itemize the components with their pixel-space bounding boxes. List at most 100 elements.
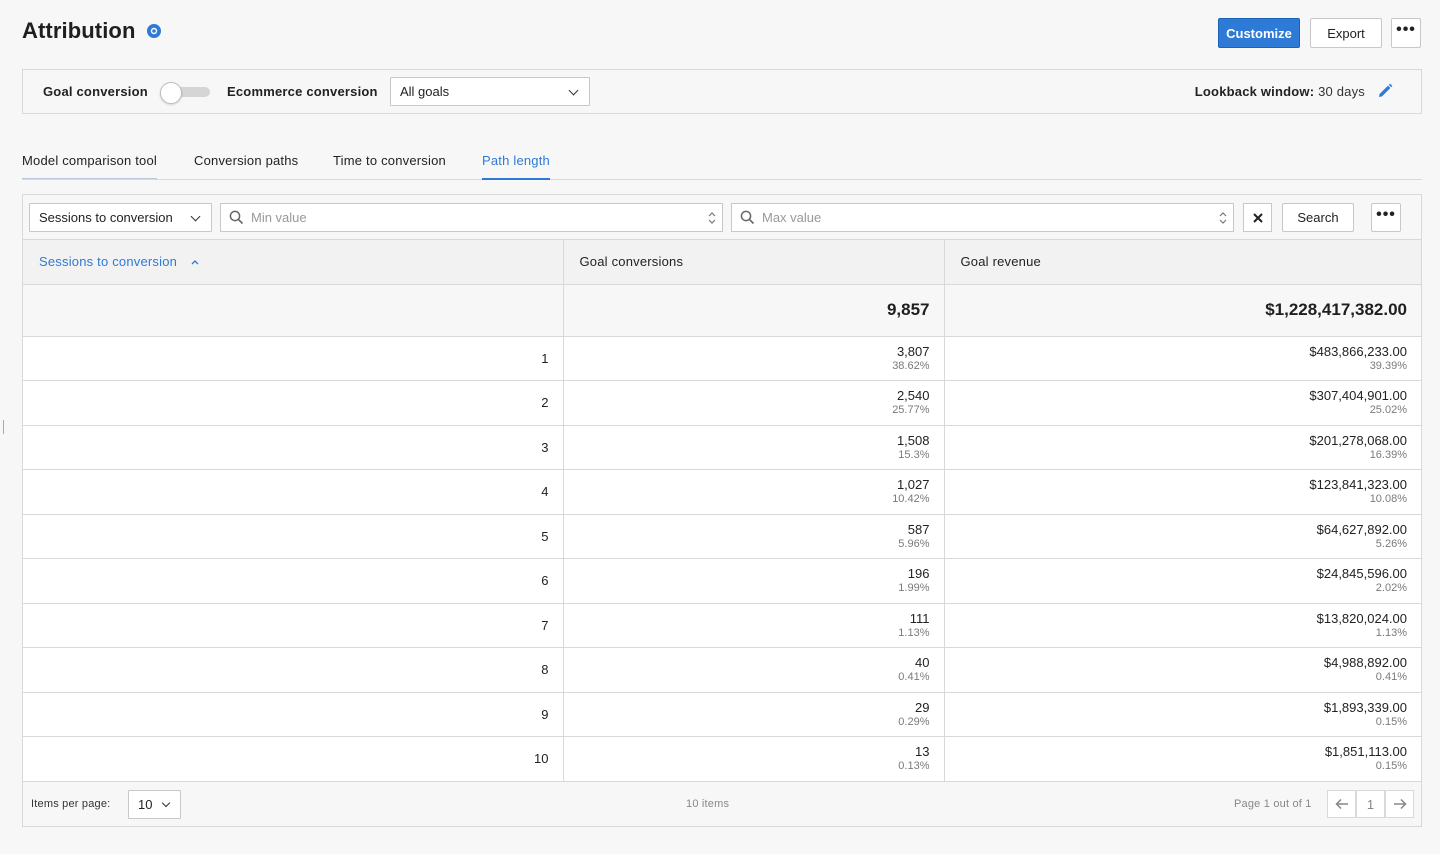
clear-filter-button[interactable] — [1243, 203, 1272, 232]
tab-path-length[interactable]: Path length — [482, 153, 550, 180]
page-info: Page 1 out of 1 — [1234, 798, 1312, 810]
table-row: 2 2,540 25.77% $307,404,901.00 25.02% — [23, 380, 1421, 426]
lookback-window: Lookback window: 30 days — [1195, 84, 1365, 99]
goal-revenue-value: $1,851,113.00 — [1324, 744, 1407, 760]
sessions-cell: 9 — [23, 692, 563, 737]
previous-page-button[interactable] — [1327, 790, 1356, 818]
export-button[interactable]: Export — [1310, 18, 1382, 48]
resize-handle[interactable] — [3, 420, 4, 434]
spinner-icon[interactable] — [1219, 210, 1227, 226]
goal-revenue-cell: $1,893,339.00 0.15% — [943, 692, 1421, 737]
sessions-cell: 5 — [23, 514, 563, 559]
table-row: 7 111 1.13% $13,820,024.00 1.13% — [23, 603, 1421, 648]
goal-conversions-percent: 0.29% — [898, 715, 930, 728]
report-panel: Sessions to conversion Min value Max val… — [22, 194, 1422, 827]
goal-conversions-value: 3,807 — [896, 343, 930, 359]
items-per-page-value: 10 — [138, 797, 153, 812]
column-header-label: Sessions to conversion — [39, 254, 178, 270]
goal-conversions-cell: 40 0.41% — [562, 647, 944, 693]
totals-row: 9,857 $1,228,417,382.00 — [23, 284, 1421, 337]
goal-conversions-cell: 3,807 38.62% — [562, 336, 944, 381]
sessions-cell: 10 — [23, 736, 563, 782]
goal-conversions-percent: 10.42% — [892, 493, 930, 506]
search-icon — [229, 210, 244, 225]
column-header-sessions[interactable]: Sessions to conversion — [23, 240, 563, 285]
filter-row: Sessions to conversion Min value Max val… — [23, 195, 1421, 240]
table-row: 6 196 1.99% $24,845,596.00 2.02% — [23, 558, 1421, 604]
goal-revenue-value: $24,845,596.00 — [1316, 566, 1407, 582]
goal-conversions-percent: 38.62% — [892, 359, 930, 372]
goal-conversions-value: 1,508 — [896, 432, 930, 448]
sessions-cell: 2 — [23, 380, 563, 426]
goal-conversions-percent: 0.13% — [898, 760, 930, 773]
customize-button[interactable]: Customize — [1218, 18, 1300, 48]
search-button[interactable]: Search — [1282, 203, 1354, 232]
goal-revenue-cell: $64,627,892.00 5.26% — [943, 514, 1421, 559]
more-actions-button[interactable]: ••• — [1391, 18, 1421, 48]
more-icon: ••• — [1396, 21, 1416, 38]
items-count: 10 items — [686, 798, 730, 810]
goal-revenue-percent: 0.41% — [1375, 671, 1407, 684]
goal-conversions-cell: 13 0.13% — [562, 736, 944, 782]
goal-conversions-value: 29 — [915, 699, 930, 715]
table-footer: Items per page: 10 10 items Page 1 out o… — [23, 782, 1421, 826]
page-title: Attribution — [22, 18, 136, 43]
path-length-table: Sessions to conversion Goal conversions … — [23, 240, 1421, 782]
goal-conversions-cell: 2,540 25.77% — [562, 380, 944, 426]
tab-time-to-conversion[interactable]: Time to conversion — [333, 153, 446, 178]
goal-revenue-percent: 5.26% — [1375, 537, 1407, 550]
min-value-input[interactable]: Min value — [220, 203, 723, 232]
goal-conversions-value: 2,540 — [896, 388, 930, 404]
sessions-cell: 8 — [23, 647, 563, 693]
goal-revenue-cell: $24,845,596.00 2.02% — [943, 558, 1421, 604]
max-value-input[interactable]: Max value — [731, 203, 1234, 232]
totals-goal-conversions: 9,857 — [562, 284, 944, 337]
close-icon — [1252, 212, 1263, 223]
goal-revenue-cell: $483,866,233.00 39.39% — [943, 336, 1421, 381]
table-row: 1 3,807 38.62% $483,866,233.00 39.39% — [23, 336, 1421, 381]
tab-model-comparison[interactable]: Model comparison tool — [22, 153, 157, 179]
column-header-goal-revenue[interactable]: Goal revenue — [943, 240, 1421, 285]
goal-conversions-percent: 15.3% — [898, 448, 930, 461]
goal-revenue-cell: $123,841,323.00 10.08% — [943, 469, 1421, 515]
goal-conversion-label: Goal conversion — [43, 84, 148, 99]
table-row: 10 13 0.13% $1,851,113.00 0.15% — [23, 736, 1421, 782]
dimension-select-value: Sessions to conversion — [39, 210, 173, 225]
goal-revenue-value: $13,820,024.00 — [1316, 610, 1407, 626]
filter-more-button[interactable]: ••• — [1371, 203, 1401, 232]
spinner-icon[interactable] — [708, 210, 716, 226]
goal-conversions-cell: 29 0.29% — [562, 692, 944, 737]
sessions-cell: 4 — [23, 469, 563, 515]
goal-revenue-percent: 39.39% — [1369, 359, 1407, 372]
table-row: 8 40 0.41% $4,988,892.00 0.41% — [23, 647, 1421, 693]
settings-bar: Goal conversion Ecommerce conversion All… — [22, 69, 1422, 114]
goal-conversions-value: 1,027 — [896, 477, 930, 493]
goal-revenue-percent: 10.08% — [1369, 493, 1407, 506]
items-per-page-select[interactable]: 10 — [128, 790, 181, 819]
goal-conversions-cell: 196 1.99% — [562, 558, 944, 604]
goal-conversions-value: 196 — [907, 566, 930, 582]
lookback-value: 30 days — [1318, 84, 1365, 99]
goal-revenue-value: $123,841,323.00 — [1309, 477, 1407, 493]
tab-conversion-paths[interactable]: Conversion paths — [194, 153, 298, 178]
info-icon[interactable] — [146, 23, 162, 39]
sessions-cell: 7 — [23, 603, 563, 648]
next-page-button[interactable] — [1385, 790, 1414, 818]
sessions-cell: 3 — [23, 425, 563, 470]
goal-revenue-value: $201,278,068.00 — [1309, 432, 1407, 448]
goal-conversion-toggle[interactable] — [160, 82, 212, 104]
column-header-goal-conversions[interactable]: Goal conversions — [562, 240, 944, 285]
goal-conversions-value: 111 — [909, 610, 930, 626]
chevron-down-icon — [190, 211, 201, 221]
sessions-cell: 6 — [23, 558, 563, 604]
pencil-icon[interactable] — [1377, 83, 1393, 99]
search-icon — [740, 210, 755, 225]
goal-revenue-percent: 0.15% — [1375, 760, 1407, 773]
goal-conversions-cell: 111 1.13% — [562, 603, 944, 648]
totals-goal-revenue: $1,228,417,382.00 — [943, 284, 1421, 337]
dimension-select[interactable]: Sessions to conversion — [29, 203, 212, 232]
current-page-button[interactable]: 1 — [1356, 790, 1385, 818]
goal-revenue-value: $483,866,233.00 — [1309, 343, 1407, 359]
min-value-placeholder: Min value — [251, 210, 307, 225]
goals-select[interactable]: All goals — [390, 77, 590, 106]
